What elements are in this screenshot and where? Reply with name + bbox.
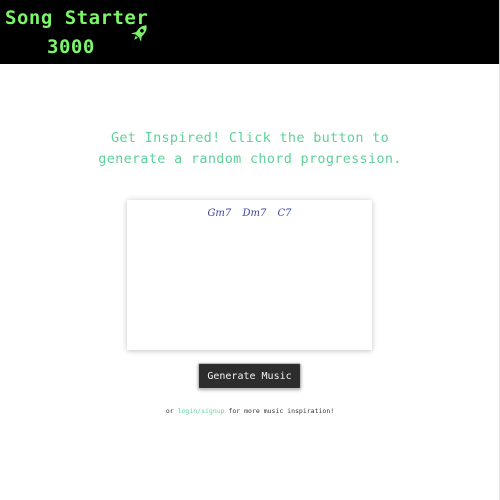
chord-label: Gm7 bbox=[207, 208, 232, 219]
tagline-line2: generate a random chord progression. bbox=[98, 151, 402, 167]
rocket-icon bbox=[131, 25, 147, 42]
login-prompt-prefix: or bbox=[165, 407, 174, 415]
login-prompt: or login/signup for more music inspirati… bbox=[0, 407, 500, 415]
tagline-line1: Get Inspired! Click the button to bbox=[110, 130, 390, 146]
sheet-music-card: Gm7 Dm7 C7 bbox=[127, 200, 372, 350]
app-header: Song Starter 3000 bbox=[0, 0, 500, 64]
chord-progression: Gm7 Dm7 C7 bbox=[127, 208, 372, 219]
login-prompt-suffix: for more music inspiration! bbox=[228, 407, 335, 415]
generate-music-button[interactable]: Generate Music bbox=[198, 363, 301, 389]
app-title-line1: Song Starter bbox=[5, 7, 149, 29]
login-signup-link[interactable]: login/signup bbox=[178, 407, 225, 415]
tagline: Get Inspired! Click the button to genera… bbox=[0, 128, 500, 170]
app-title-line2: 3000 bbox=[47, 36, 95, 58]
chord-label: Dm7 bbox=[242, 208, 267, 219]
chord-label: C7 bbox=[277, 208, 292, 219]
